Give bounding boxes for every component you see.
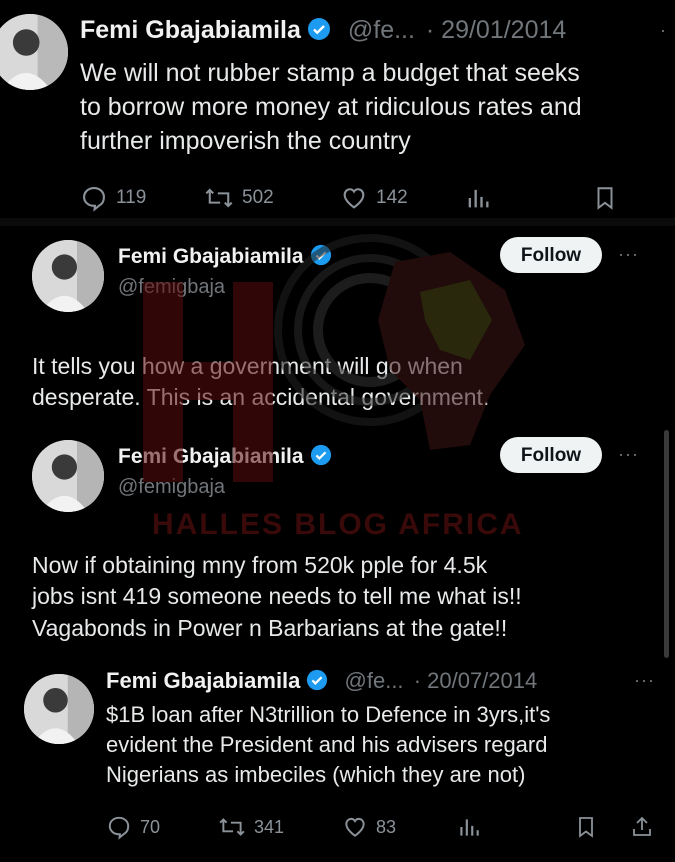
share-icon xyxy=(633,816,651,836)
views-icon xyxy=(460,819,479,836)
bookmark-button[interactable] xyxy=(574,814,630,840)
avatar[interactable] xyxy=(32,240,104,312)
views-button[interactable] xyxy=(456,814,574,840)
tweet-2[interactable]: Femi Gbajabiamila @femigbaja Follow ··· … xyxy=(0,226,675,432)
scrollbar[interactable] xyxy=(664,430,669,658)
more-icon[interactable]: · xyxy=(660,20,667,41)
bookmark-icon xyxy=(597,187,613,210)
author-name[interactable]: Femi Gbajabiamila xyxy=(118,244,332,269)
action-bar: 70 341 83 xyxy=(106,814,660,840)
tweet-text: We will not rubber stamp a budget that s… xyxy=(80,59,582,155)
retweet-icon xyxy=(219,818,245,836)
retweet-button[interactable]: 502 xyxy=(204,184,340,212)
author-handle[interactable]: @fe... xyxy=(348,16,415,44)
action-bar: 119 502 142 xyxy=(80,184,648,212)
author-name[interactable]: Femi Gbajabiamila xyxy=(118,444,332,469)
author-handle[interactable]: @femigbaja xyxy=(118,476,225,499)
bookmark-button[interactable] xyxy=(592,184,648,212)
author-name[interactable]: Femi Gbajabiamila @fe... · 29/01/2014 xyxy=(80,16,566,45)
reply-icon xyxy=(108,816,130,840)
reply-button[interactable]: 119 xyxy=(80,184,204,212)
author-name[interactable]: Femi Gbajabiamila @fe... · 20/07/2014 xyxy=(106,668,537,694)
profile-photo xyxy=(24,674,94,744)
divider xyxy=(0,218,675,226)
more-icon[interactable]: ··· xyxy=(618,244,639,265)
tweet-text: Now if obtaining mny from 520k pple for … xyxy=(32,552,522,641)
author-handle[interactable]: @fe... xyxy=(345,668,404,693)
tweet-text: $1B loan after N3trillion to Defence in … xyxy=(106,702,551,787)
retweet-button[interactable]: 341 xyxy=(218,814,342,840)
heart-icon xyxy=(345,817,365,837)
more-icon[interactable]: ··· xyxy=(634,670,655,691)
avatar[interactable] xyxy=(32,440,104,512)
heart-icon xyxy=(343,188,365,209)
views-icon xyxy=(468,189,489,208)
share-button[interactable] xyxy=(630,814,660,840)
tweet-date[interactable]: · 20/07/2014 xyxy=(414,668,538,693)
verified-badge-icon xyxy=(310,444,331,466)
verified-badge-icon xyxy=(307,669,328,691)
reply-button[interactable]: 70 xyxy=(106,814,218,840)
profile-photo xyxy=(32,440,104,512)
avatar[interactable] xyxy=(24,674,94,744)
more-icon[interactable]: ··· xyxy=(618,444,639,465)
views-button[interactable] xyxy=(464,184,592,212)
follow-button[interactable]: Follow xyxy=(500,237,602,273)
author-handle[interactable]: @femigbaja xyxy=(118,276,225,299)
avatar[interactable] xyxy=(0,14,68,90)
profile-photo xyxy=(32,240,104,312)
verified-badge-icon xyxy=(307,18,330,40)
tweet-date[interactable]: · 29/01/2014 xyxy=(426,16,566,44)
watermark-text: HALLES BLOG AFRICA xyxy=(152,508,524,541)
verified-badge-icon xyxy=(310,244,331,266)
tweet-4[interactable]: Femi Gbajabiamila @fe... · 20/07/2014 ··… xyxy=(0,662,675,862)
follow-button[interactable]: Follow xyxy=(500,437,602,473)
retweet-icon xyxy=(205,188,233,208)
profile-photo xyxy=(0,14,68,90)
like-button[interactable]: 83 xyxy=(342,814,456,840)
bookmark-icon xyxy=(579,817,593,838)
tweet-text: It tells you how a government will go wh… xyxy=(32,353,490,411)
reply-icon xyxy=(83,187,105,212)
like-button[interactable]: 142 xyxy=(340,184,464,212)
tweet-3[interactable]: Femi Gbajabiamila @femigbaja Follow ··· … xyxy=(0,432,675,666)
tweet-1[interactable]: Femi Gbajabiamila @fe... · 29/01/2014 · … xyxy=(0,0,675,218)
